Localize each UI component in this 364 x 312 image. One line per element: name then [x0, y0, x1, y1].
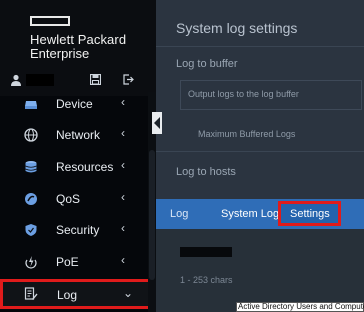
brand-name-line2: Enterprise: [30, 46, 90, 61]
divider: [156, 46, 364, 47]
sidebar-item-log[interactable]: Log ⌄: [0, 279, 151, 309]
section-log-to-hosts: Log to hosts: [176, 166, 236, 178]
power-icon: [25, 256, 37, 269]
tab-system-log[interactable]: System Log: [221, 208, 279, 220]
tab-log[interactable]: Log: [170, 208, 188, 220]
save-icon[interactable]: [90, 74, 101, 85]
host-input-redacted[interactable]: [180, 247, 232, 257]
chevron-left-icon: ‹: [121, 126, 125, 140]
output-logs-label: Output logs to the log buffer: [188, 89, 299, 99]
hpe-logo: [30, 16, 70, 26]
shield-icon: [25, 224, 37, 236]
max-buffered-logs-label: Maximum Buffered Logs: [198, 129, 296, 139]
tooltip: Active Directory Users and Computers: [236, 302, 364, 312]
user-bar: [0, 72, 156, 90]
user-icon[interactable]: [10, 74, 22, 86]
sidebar-item-security[interactable]: Security ‹: [0, 215, 148, 246]
device-icon: [25, 101, 37, 109]
chevron-left-icon: ‹: [121, 221, 125, 235]
sidebar-item-resources[interactable]: Resources ‹: [0, 152, 148, 183]
sidebar-item-device[interactable]: Device ‹: [0, 89, 148, 120]
chevron-left-icon: ‹: [121, 253, 125, 267]
log-icon: [24, 287, 38, 300]
chevron-left-icon: ‹: [121, 95, 125, 109]
sidebar-item-label: Resources: [56, 160, 114, 174]
sidebar-item-network[interactable]: Network ‹: [0, 120, 148, 151]
chevron-left-icon: ‹: [121, 190, 125, 204]
tab-settings[interactable]: Settings: [278, 201, 341, 226]
brand-area: Hewlett Packard Enterprise: [0, 0, 156, 96]
collapse-sidebar-button[interactable]: [152, 112, 162, 134]
sidebar-scroll-thumb[interactable]: [149, 150, 155, 280]
collapse-arrow-icon: [154, 117, 160, 129]
section-log-to-buffer: Log to buffer: [176, 58, 238, 70]
tooltip-text: Active Directory Users and Computers: [238, 302, 364, 311]
sidebar-item-poe[interactable]: PoE ‹: [0, 247, 148, 278]
chevron-down-icon: ⌄: [123, 286, 134, 300]
chevron-left-icon: ‹: [121, 158, 125, 172]
sidebar: Hewlett Packard Enterprise Device ‹ Netw…: [0, 0, 156, 312]
char-limit-hint: 1 - 253 chars: [180, 275, 233, 285]
sidebar-item-label: Security: [56, 223, 100, 237]
sidebar-item-qos[interactable]: QoS ‹: [0, 184, 148, 215]
sidebar-item-label: Log: [57, 288, 78, 302]
qos-icon: [25, 193, 37, 205]
brand-name-line1: Hewlett Packard: [30, 32, 127, 47]
user-name-redacted: [26, 74, 54, 86]
logout-icon[interactable]: [123, 74, 134, 85]
tab-settings-label: Settings: [290, 208, 330, 220]
divider: [156, 151, 364, 152]
settings-content: [156, 229, 364, 312]
globe-icon: [24, 128, 38, 142]
database-icon: [25, 161, 37, 173]
sidebar-item-label: Network: [56, 128, 101, 142]
sidebar-item-label: QoS: [56, 192, 81, 206]
page-title: System log settings: [176, 20, 298, 36]
sidebar-item-label: PoE: [56, 255, 79, 269]
sidebar-item-label: Device: [56, 97, 93, 111]
